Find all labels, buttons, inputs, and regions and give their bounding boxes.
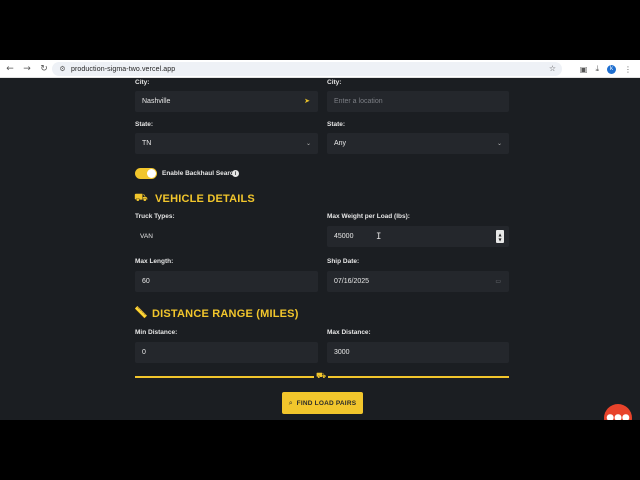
find-load-pairs-button[interactable]: ⌕ FIND LOAD PAIRS bbox=[282, 392, 363, 414]
destination-city-label: City: bbox=[327, 79, 342, 86]
truck-types-value[interactable]: VAN bbox=[140, 233, 153, 240]
slider-truck-icon[interactable]: ⛟ bbox=[314, 371, 328, 381]
max-length-input[interactable]: 60 bbox=[135, 271, 318, 292]
chevron-down-icon: ⌄ bbox=[305, 140, 311, 147]
origin-city-input[interactable]: Nashville ➤ bbox=[135, 91, 318, 112]
ship-date-input[interactable]: 07/16/2025 ▭ bbox=[327, 271, 509, 292]
number-spinner[interactable]: ▲ ▼ bbox=[496, 230, 504, 243]
truck-types-label: Truck Types: bbox=[135, 213, 175, 220]
max-weight-input[interactable]: 45000 ▲ ▼ bbox=[327, 226, 509, 247]
backhaul-toggle[interactable] bbox=[135, 168, 157, 179]
max-length-label: Max Length: bbox=[135, 258, 174, 265]
text-cursor-icon: I bbox=[376, 232, 382, 242]
load-search-form: City: Nashville ➤ City: Enter a location… bbox=[0, 78, 640, 420]
max-distance-value: 3000 bbox=[334, 349, 350, 356]
site-info-icon[interactable]: ⚙ bbox=[58, 65, 67, 74]
origin-state-value: TN bbox=[142, 140, 152, 147]
profile-avatar[interactable]: k bbox=[607, 64, 616, 74]
bookmark-star-icon[interactable]: ☆ bbox=[549, 62, 556, 76]
origin-state-label: State: bbox=[135, 121, 154, 128]
max-weight-value: 45000 bbox=[334, 233, 354, 240]
chat-icon[interactable]: ●●● bbox=[604, 404, 632, 420]
destination-city-placeholder: Enter a location bbox=[334, 98, 383, 105]
destination-city-input[interactable]: Enter a location bbox=[327, 91, 509, 112]
download-icon[interactable]: ⤓ bbox=[595, 64, 599, 74]
address-bar[interactable]: ⚙ production-sigma-two.vercel.app ☆ bbox=[52, 62, 562, 76]
spinner-down-icon[interactable]: ▼ bbox=[498, 237, 501, 242]
truck-icon: ⛟ bbox=[134, 191, 148, 204]
distance-range-heading: DISTANCE RANGE (MILES) bbox=[152, 308, 299, 320]
locate-arrow-icon[interactable]: ➤ bbox=[304, 91, 310, 112]
max-distance-label: Max Distance: bbox=[327, 329, 371, 336]
ship-date-value: 07/16/2025 bbox=[334, 278, 370, 285]
vehicle-details-heading: VEHICLE DETAILS bbox=[155, 193, 255, 205]
origin-city-value: Nashville bbox=[142, 98, 171, 105]
back-icon[interactable]: ← bbox=[3, 62, 17, 76]
calendar-icon[interactable]: ▭ bbox=[495, 271, 501, 292]
toggle-knob bbox=[147, 169, 156, 178]
ruler-icon: 📏 bbox=[134, 306, 148, 319]
origin-city-label: City: bbox=[135, 79, 150, 86]
search-icon: ⌕ bbox=[288, 398, 293, 407]
min-distance-input[interactable]: 0 bbox=[135, 342, 318, 363]
destination-state-label: State: bbox=[327, 121, 346, 128]
chevron-down-icon: ⌄ bbox=[496, 140, 502, 147]
forward-icon[interactable]: → bbox=[20, 62, 34, 76]
max-length-value: 60 bbox=[142, 278, 150, 285]
browser-actions: ▣ ⤓ k ⋮ bbox=[580, 62, 632, 76]
info-icon[interactable]: i bbox=[232, 170, 239, 177]
find-load-pairs-label: FIND LOAD PAIRS bbox=[296, 399, 357, 407]
origin-state-select[interactable]: TN ⌄ bbox=[135, 133, 318, 154]
url-text: production-sigma-two.vercel.app bbox=[71, 65, 176, 73]
min-distance-label: Min Distance: bbox=[135, 329, 178, 336]
screen: ← → ↻ ⚙ production-sigma-two.vercel.app … bbox=[0, 0, 640, 480]
max-weight-label: Max Weight per Load (lbs): bbox=[327, 213, 410, 220]
min-distance-value: 0 bbox=[142, 349, 146, 356]
menu-kebab-icon[interactable]: ⋮ bbox=[624, 65, 632, 74]
destination-state-select[interactable]: Any ⌄ bbox=[327, 133, 509, 154]
tab-search-icon[interactable]: ▣ bbox=[580, 65, 588, 74]
destination-state-value: Any bbox=[334, 140, 347, 147]
max-distance-input[interactable]: 3000 bbox=[327, 342, 509, 363]
backhaul-label: Enable Backhaul Search bbox=[162, 170, 238, 177]
browser-toolbar: ← → ↻ ⚙ production-sigma-two.vercel.app … bbox=[0, 60, 640, 78]
reload-icon[interactable]: ↻ bbox=[37, 62, 51, 76]
ship-date-label: Ship Date: bbox=[327, 258, 360, 265]
